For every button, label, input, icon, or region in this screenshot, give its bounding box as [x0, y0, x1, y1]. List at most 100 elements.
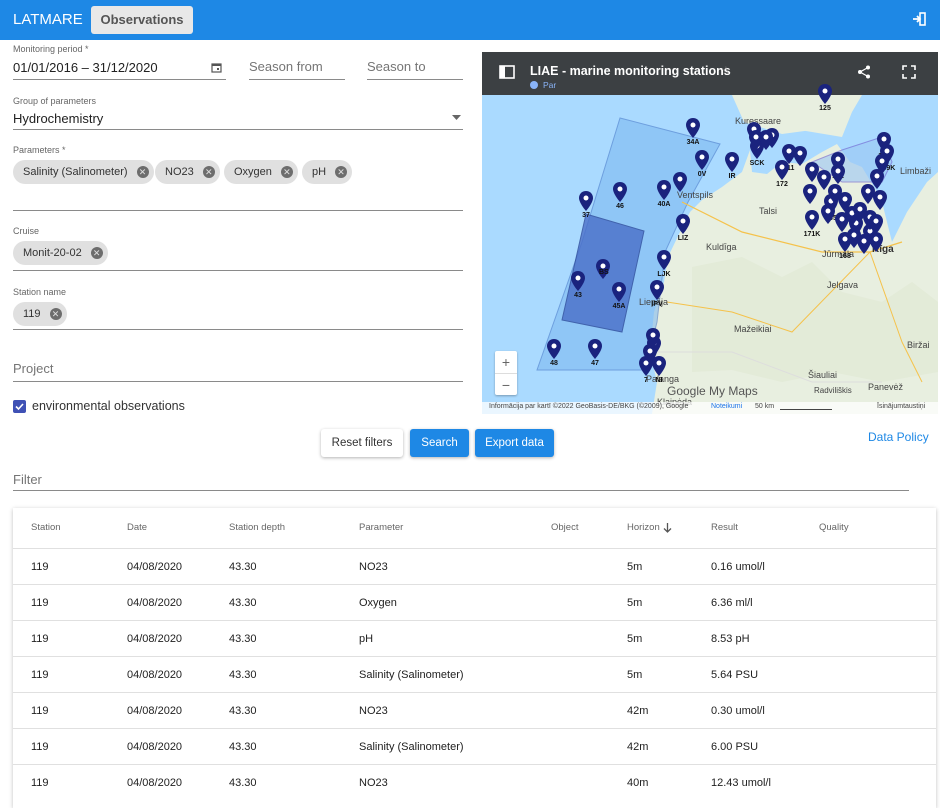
station-marker-icon[interactable] [805, 210, 819, 230]
share-icon[interactable] [857, 65, 871, 79]
station-marker-icon[interactable] [818, 84, 832, 104]
season-from-input[interactable]: Season from [249, 59, 323, 74]
table-row[interactable]: 119 04/08/2020 43.30 NO23 5m 0.16 umol/l [13, 548, 936, 584]
close-icon[interactable]: ✕ [335, 166, 348, 178]
sort-down-icon[interactable] [663, 523, 672, 533]
column-header-quality[interactable]: Quality [819, 522, 849, 533]
project-input[interactable]: Project [13, 361, 53, 376]
station-marker-icon[interactable] [613, 182, 627, 202]
station-marker-icon[interactable] [676, 214, 690, 234]
column-header-object[interactable]: Object [551, 522, 578, 533]
station-marker-icon[interactable] [673, 172, 687, 192]
region-label-bs: BS [599, 269, 609, 276]
column-header-parameter[interactable]: Parameter [359, 522, 403, 533]
station-marker-icon[interactable] [695, 150, 709, 170]
close-icon[interactable]: ✕ [49, 308, 62, 320]
sidebar-toggle-icon[interactable] [499, 65, 515, 79]
monitoring-period-input[interactable]: 01/01/2016 – 31/12/2020 [13, 60, 158, 75]
dropdown-arrow-icon[interactable] [452, 115, 461, 121]
group-select[interactable]: Hydrochemistry [13, 111, 103, 126]
table-row[interactable]: 119 04/08/2020 43.30 NO23 42m 0.30 umol/l [13, 692, 936, 728]
brand-title[interactable]: LATMARE [13, 11, 83, 28]
calendar-icon[interactable] [211, 62, 222, 73]
close-icon[interactable]: ✕ [136, 166, 149, 178]
parameter-chip-no23[interactable]: NO23 ✕ [155, 160, 220, 184]
table-cell: 43.30 [229, 561, 257, 573]
close-icon[interactable]: ✕ [90, 247, 103, 259]
search-button[interactable]: Search [410, 429, 469, 457]
table-cell: 43.30 [229, 741, 257, 753]
column-header-station[interactable]: Station [31, 522, 61, 533]
station-marker-icon[interactable] [803, 184, 817, 204]
season-to-underline [367, 79, 463, 80]
map-subtitle[interactable]: Par [543, 80, 556, 90]
close-icon[interactable]: ✕ [280, 166, 293, 178]
cruise-chip[interactable]: Monit-20-02 ✕ [13, 241, 108, 265]
station-chip[interactable]: 119 ✕ [13, 302, 67, 326]
shortcuts-link[interactable]: Īsinājumtaustiņi [877, 403, 925, 410]
column-header-result[interactable]: Result [711, 522, 738, 533]
fullscreen-icon[interactable] [902, 65, 916, 79]
table-row[interactable]: 119 04/08/2020 43.30 Salinity (Salinometer)… [13, 728, 936, 764]
station-marker-icon[interactable] [759, 130, 773, 150]
chip-label: Monit-20-02 [23, 247, 82, 259]
parameter-chip-salinity[interactable]: Salinity (Salinometer) ✕ [13, 160, 154, 184]
close-icon[interactable]: ✕ [202, 166, 215, 178]
table-cell: Salinity (Salinometer) [359, 741, 464, 753]
table-row[interactable]: 119 04/08/2020 43.30 NO23 40m 12.43 umol/l [13, 764, 936, 800]
stations-map[interactable]: LIAE - marine monitoring stations ☆ Par … [482, 52, 938, 414]
star-icon[interactable]: ☆ [721, 64, 731, 77]
station-marker-icon[interactable] [686, 118, 700, 138]
station-marker-icon[interactable] [650, 280, 664, 300]
reset-filters-button[interactable]: Reset filters [321, 429, 403, 457]
station-marker-icon[interactable] [857, 234, 871, 254]
parameter-chip-ph[interactable]: pH ✕ [302, 160, 353, 184]
station-marker-icon[interactable] [875, 154, 889, 174]
column-header-station-depth[interactable]: Station depth [229, 522, 285, 533]
station-marker-icon[interactable] [725, 152, 739, 172]
zoom-out-button[interactable]: − [495, 373, 517, 395]
cruise-label: Cruise [13, 226, 40, 236]
zoom-in-button[interactable]: + [495, 351, 517, 373]
chip-label: Oxygen [234, 166, 272, 178]
environmental-checkbox[interactable] [13, 400, 26, 413]
station-marker-icon[interactable] [547, 339, 561, 359]
map-title: LIAE - marine monitoring stations [530, 64, 731, 78]
station-marker-icon[interactable] [571, 271, 585, 291]
station-label: IR [728, 173, 736, 180]
station-marker-icon[interactable] [831, 164, 845, 184]
table-row[interactable]: 119 04/08/2020 43.30 Oxygen 5m 6.36 ml/l [13, 584, 936, 620]
season-to-input[interactable]: Season to [367, 59, 426, 74]
data-policy-link[interactable]: Data Policy [868, 430, 929, 444]
column-header-horizon[interactable]: Horizon [627, 522, 660, 533]
terms-link[interactable]: Noteikumi [711, 403, 742, 410]
table-cell: 5m [627, 633, 643, 645]
station-marker-icon[interactable] [873, 190, 887, 210]
station-marker-icon[interactable] [657, 250, 671, 270]
label-panevezys: Panevėž [868, 382, 904, 392]
station-marker-icon[interactable] [821, 204, 835, 224]
station-marker-icon[interactable] [775, 160, 789, 180]
station-marker-icon[interactable] [869, 232, 883, 252]
tab-observations[interactable]: Observations [91, 6, 193, 34]
table-row[interactable]: 119 04/08/2020 43.30 Salinity (Salinometer)… [13, 656, 936, 692]
parameter-chip-oxygen[interactable]: Oxygen ✕ [224, 160, 298, 184]
station-marker-icon[interactable] [612, 282, 626, 302]
table-row[interactable]: 119 04/08/2020 43.30 pH 5m 8.53 pH [13, 620, 936, 656]
station-marker-icon[interactable] [579, 191, 593, 211]
table-filter-input[interactable]: Filter [13, 472, 42, 487]
label-birzai: Biržai [907, 340, 930, 350]
station-marker-icon[interactable] [835, 212, 849, 232]
station-label: 168 [839, 253, 851, 260]
station-marker-icon[interactable] [869, 214, 883, 234]
station-marker-icon[interactable] [588, 339, 602, 359]
export-data-button[interactable]: Export data [475, 429, 554, 457]
login-icon[interactable] [912, 12, 926, 26]
station-marker-icon[interactable] [657, 180, 671, 200]
table-cell: 40m [627, 777, 649, 789]
station-underline [13, 329, 463, 330]
chip-label: Salinity (Salinometer) [23, 166, 128, 178]
info-icon[interactable] [530, 81, 538, 89]
column-header-date[interactable]: Date [127, 522, 147, 533]
station-marker-icon[interactable] [646, 328, 660, 348]
